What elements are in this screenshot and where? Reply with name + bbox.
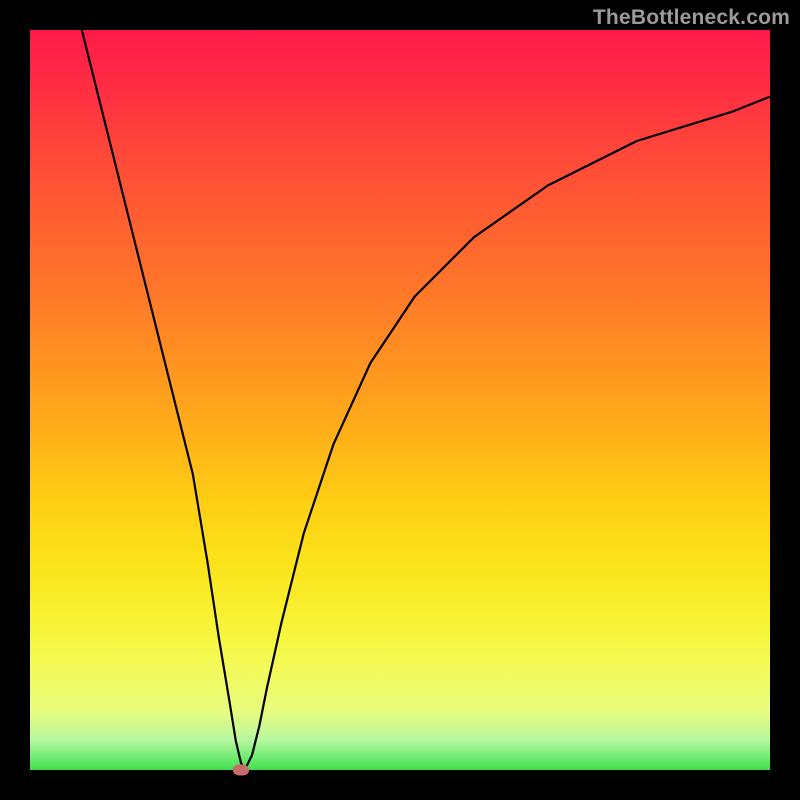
bottleneck-curve — [82, 30, 770, 770]
curve-svg — [30, 30, 770, 770]
watermark-text: TheBottleneck.com — [593, 6, 790, 30]
chart-frame: TheBottleneck.com — [0, 0, 800, 800]
plot-area — [30, 30, 770, 770]
minimum-marker — [233, 765, 249, 776]
